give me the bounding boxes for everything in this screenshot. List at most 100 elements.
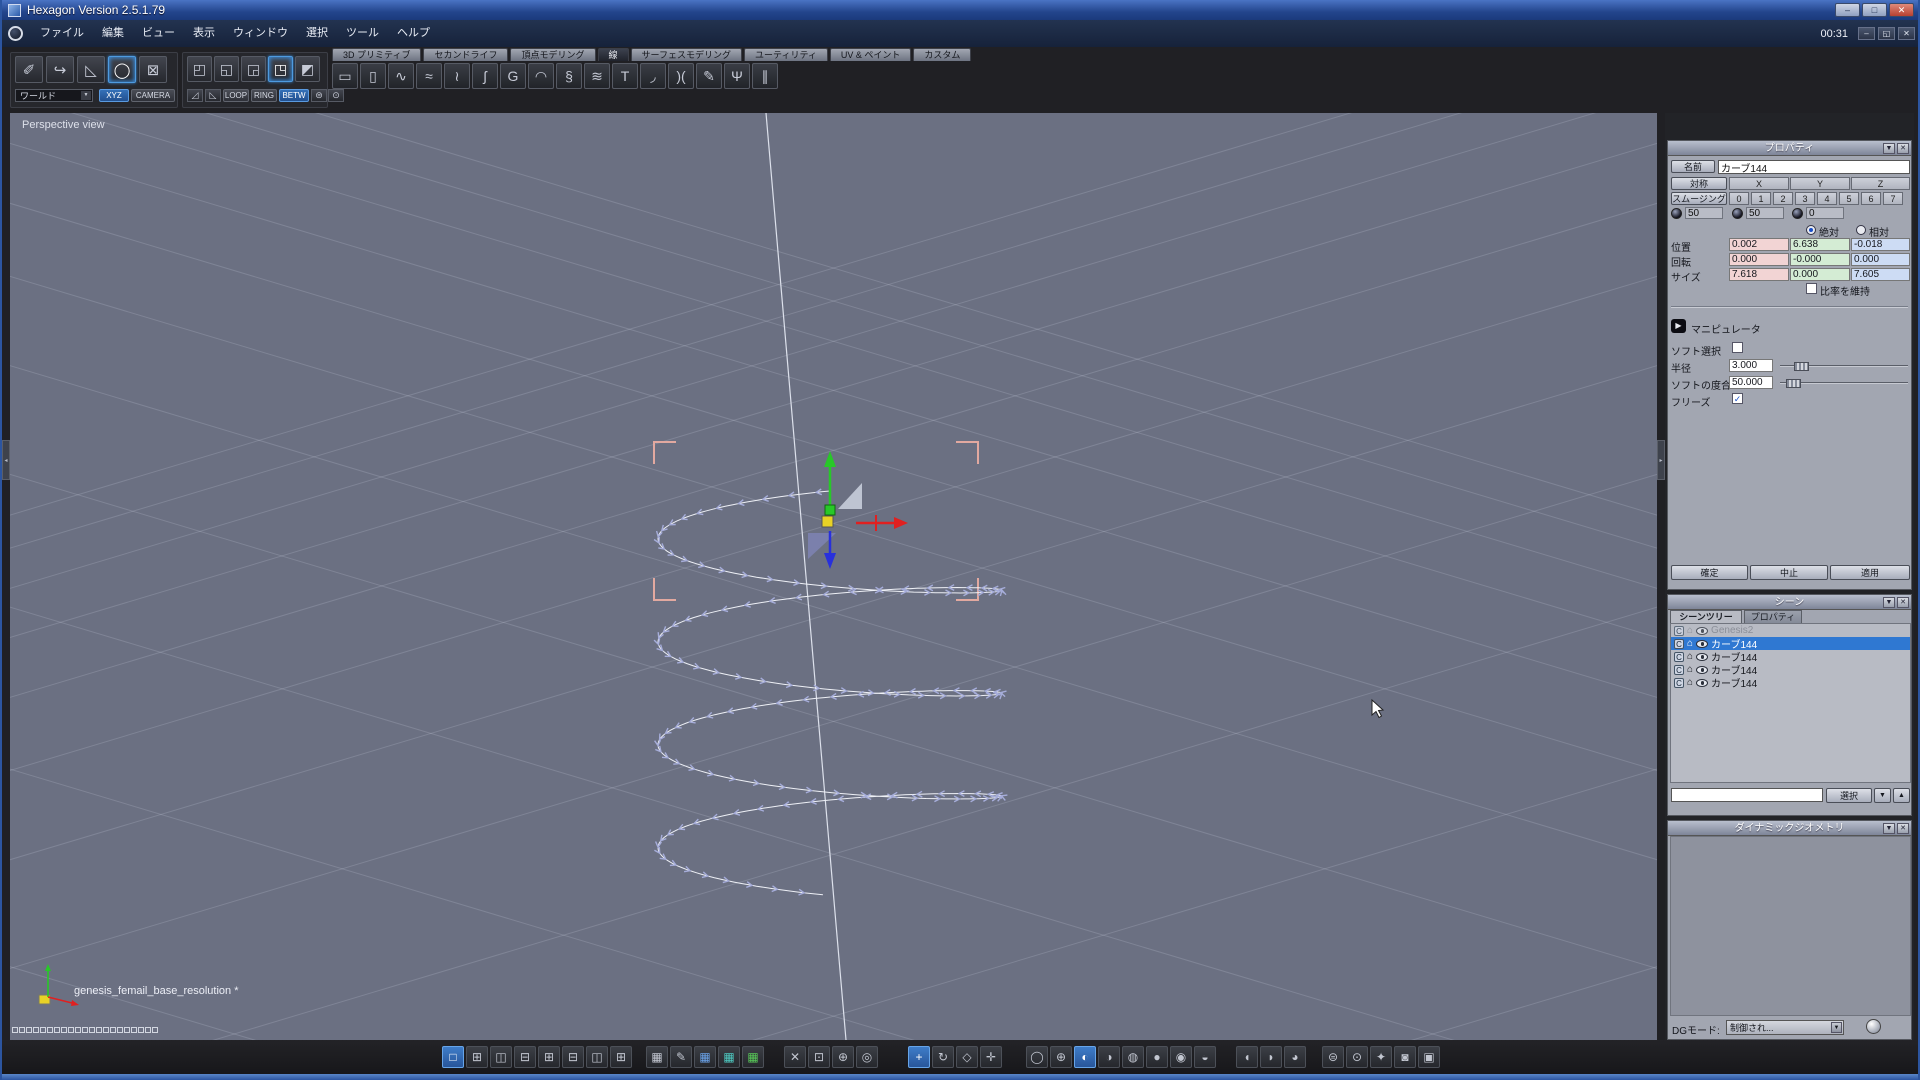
scene-tree-item[interactable]: C ⌂ カーブ144: [1671, 650, 1910, 664]
scale-manipulator-icon[interactable]: ◇: [956, 1046, 978, 1068]
menu-item-help[interactable]: ヘルプ: [388, 20, 439, 47]
smoothing-level-2[interactable]: 2: [1773, 192, 1793, 205]
visibility-eye-icon[interactable]: [1696, 678, 1709, 687]
fillet-tool-icon[interactable]: ◞: [640, 63, 666, 89]
frame-square[interactable]: [103, 1027, 109, 1033]
panel-close-icon[interactable]: ✕: [1897, 597, 1909, 608]
move-down-button[interactable]: ▼: [1874, 788, 1891, 803]
point-mode-icon[interactable]: ◰: [187, 56, 212, 82]
multi-mode-icon[interactable]: ◩: [295, 56, 320, 82]
curve-tool-icon[interactable]: ≈: [416, 63, 442, 89]
position-z-field[interactable]: -0.018: [1851, 238, 1910, 251]
layout-two-columns-icon[interactable]: ◫: [490, 1046, 512, 1068]
backface-icon[interactable]: ◖: [1236, 1046, 1258, 1068]
solid-sphere-icon[interactable]: ●: [1146, 1046, 1168, 1068]
child-restore-button[interactable]: ◱: [1878, 27, 1895, 40]
z-column-header[interactable]: Z: [1851, 177, 1910, 190]
betw-button[interactable]: BETW: [279, 89, 309, 102]
properties-panel-header[interactable]: プロパティ ▼ ✕: [1668, 141, 1911, 156]
wireframe-sphere-icon[interactable]: ◯: [1026, 1046, 1048, 1068]
frame-square[interactable]: [89, 1027, 95, 1033]
frame-square[interactable]: [19, 1027, 25, 1033]
smoothing-level-7[interactable]: 7: [1883, 192, 1903, 205]
frame-square[interactable]: [26, 1027, 32, 1033]
smoothing-level-3[interactable]: 3: [1795, 192, 1815, 205]
tab-scene-tree[interactable]: シーンツリー: [1670, 610, 1742, 623]
tab-custom[interactable]: カスタム: [913, 48, 972, 61]
look-at-icon[interactable]: ◎: [856, 1046, 878, 1068]
dg-mode-dropdown[interactable]: 制御され... ▼: [1726, 1020, 1844, 1035]
child-minimize-button[interactable]: –: [1858, 27, 1875, 40]
grid-on-icon[interactable]: ▦: [718, 1046, 740, 1068]
paint-select-tool-icon[interactable]: ◯: [108, 56, 136, 83]
tab-surface-modeling[interactable]: サーフェスモデリング: [630, 48, 742, 61]
tab-uv-paint[interactable]: UV & ペイント: [829, 48, 912, 61]
panel-collapse-icon[interactable]: ▼: [1883, 823, 1895, 834]
visibility-eye-icon[interactable]: [1696, 639, 1709, 648]
double-side-icon[interactable]: ◗: [1260, 1046, 1282, 1068]
frame-square[interactable]: [124, 1027, 130, 1033]
face-mode-icon[interactable]: ◲: [241, 56, 266, 82]
render-visibility-icon[interactable]: ⌂: [1687, 677, 1693, 688]
render-visibility-icon[interactable]: ⌂: [1687, 625, 1693, 636]
wave-tool-icon[interactable]: ≋: [584, 63, 610, 89]
child-close-button[interactable]: ✕: [1898, 27, 1915, 40]
smoothing-value-1[interactable]: 50: [1685, 207, 1723, 219]
layout-two-rows-icon[interactable]: ⊟: [514, 1046, 536, 1068]
panel-collapse-icon[interactable]: ▼: [1883, 143, 1895, 154]
tab-second-life[interactable]: セカンドライフ: [423, 48, 509, 61]
tab-3d-primitives[interactable]: 3D プリミティブ: [332, 48, 422, 61]
position-y-field[interactable]: 6.638: [1790, 238, 1850, 251]
layout-three-left-icon[interactable]: ⊞: [538, 1046, 560, 1068]
select-through-icon[interactable]: ⊙: [328, 89, 344, 102]
relative-radio[interactable]: [1856, 225, 1866, 235]
area-select-tool-icon[interactable]: ◺: [77, 56, 105, 83]
maximize-button[interactable]: □: [1862, 3, 1887, 17]
viewport[interactable]: Perspective view genesis_femail_base_res…: [10, 113, 1657, 1040]
select-visible-icon[interactable]: ⊜: [311, 89, 327, 102]
menu-item-file[interactable]: ファイル: [31, 20, 93, 47]
position-x-field[interactable]: 0.002: [1729, 238, 1789, 251]
scene-tree-item[interactable]: C ⌂ カーブ144: [1671, 663, 1910, 677]
frame-square[interactable]: [138, 1027, 144, 1033]
frame-square[interactable]: [96, 1027, 102, 1033]
layout-four-view-icon[interactable]: ⊞: [466, 1046, 488, 1068]
camera-icon[interactable]: ▣: [1418, 1046, 1440, 1068]
render-visibility-icon[interactable]: ⌂: [1687, 651, 1693, 662]
frame-square[interactable]: [68, 1027, 74, 1033]
frame-square[interactable]: [75, 1027, 81, 1033]
tab-scene-properties[interactable]: プロパティ: [1744, 610, 1802, 623]
frame-strip[interactable]: [12, 1027, 158, 1033]
smoothing-level-1[interactable]: 1: [1751, 192, 1771, 205]
scene-tree-item[interactable]: C ⌂ Genesis2: [1671, 624, 1910, 637]
grow-selection-icon[interactable]: ◿: [187, 89, 203, 102]
rectangle-tool-icon[interactable]: ▭: [332, 63, 358, 89]
shrink-selection-icon[interactable]: ◺: [205, 89, 221, 102]
size-y-field[interactable]: 0.000: [1790, 268, 1850, 281]
frame-square[interactable]: [82, 1027, 88, 1033]
tab-vertex-modeling[interactable]: 頂点モデリング: [510, 48, 596, 61]
rotate-manipulator-icon[interactable]: ↻: [932, 1046, 954, 1068]
smooth-shading-icon[interactable]: ◑: [1098, 1046, 1120, 1068]
bezier-tool-icon[interactable]: ʃ: [472, 63, 498, 89]
interpolated-curve-tool-icon[interactable]: ≀: [444, 63, 470, 89]
radius-slider-handle[interactable]: [1794, 362, 1809, 371]
collapse-left-panel-handle[interactable]: ◂: [2, 440, 10, 480]
loop-button[interactable]: LOOP: [223, 89, 249, 102]
flat-shading-icon[interactable]: ◐: [1074, 1046, 1096, 1068]
rotation-z-field[interactable]: 0.000: [1851, 253, 1910, 266]
world-space-dropdown[interactable]: ワールド ▼: [15, 89, 93, 102]
smoothing-value-3[interactable]: 0: [1806, 207, 1844, 219]
x-column-header[interactable]: X: [1729, 177, 1789, 190]
zoom-region-icon[interactable]: ⊡: [808, 1046, 830, 1068]
frame-square[interactable]: [131, 1027, 137, 1033]
smoothing-level-0[interactable]: 0: [1729, 192, 1749, 205]
frame-square[interactable]: [152, 1027, 158, 1033]
absolute-radio[interactable]: [1806, 225, 1816, 235]
dg-sphere-button[interactable]: [1866, 1019, 1881, 1034]
scene-panel-header[interactable]: シーン ▼ ✕: [1668, 595, 1911, 610]
subdivision-icon[interactable]: ⊙: [1346, 1046, 1368, 1068]
ok-button[interactable]: 確定: [1671, 565, 1748, 580]
soft-selection-checkbox[interactable]: [1732, 342, 1743, 353]
grid-snap-icon[interactable]: ▦: [694, 1046, 716, 1068]
